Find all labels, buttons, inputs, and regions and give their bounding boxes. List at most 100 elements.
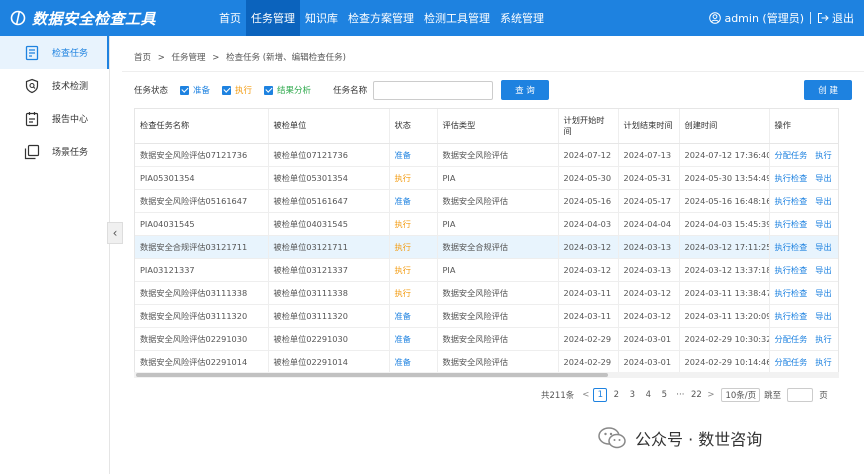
action-primary-link[interactable]: 分配任务: [775, 150, 808, 160]
action-secondary-link[interactable]: 导出: [815, 196, 831, 206]
jump-page-input[interactable]: [787, 388, 814, 402]
cell-type: PIA: [437, 258, 559, 282]
cell-start: 2024-04-03: [558, 212, 619, 236]
prev-page-button[interactable]: <: [582, 390, 589, 400]
cell-type: 数据安全风险评估: [437, 327, 559, 351]
cell-created: 2024-07-12 17:36:40: [679, 143, 770, 167]
action-primary-link[interactable]: 分配任务: [775, 334, 808, 344]
checkbox-checked-icon: [222, 85, 232, 95]
cell-type: 数据安全风险评估: [437, 281, 559, 305]
create-button[interactable]: 创 建: [804, 80, 852, 100]
next-page-button[interactable]: >: [707, 390, 714, 400]
user-name[interactable]: admin (管理员): [724, 10, 804, 26]
cell-start: 2024-05-30: [558, 166, 619, 190]
cell-start: 2024-07-12: [558, 143, 619, 167]
col-header-unit: 被检单位: [268, 109, 390, 144]
status-checkbox-running[interactable]: 执行: [222, 84, 252, 96]
cell-actions: 分配任务 执行: [769, 143, 838, 167]
action-secondary-link[interactable]: 导出: [815, 219, 831, 229]
main-content: 首页 > 任务管理 > 检查任务 (新增、编辑检查任务) 任务状态 准备 执行 …: [122, 36, 864, 474]
cell-type: 数据安全风险评估: [437, 189, 559, 213]
cell-start: 2024-02-29: [558, 350, 619, 374]
action-secondary-link[interactable]: 执行: [815, 357, 831, 367]
action-secondary-link[interactable]: 导出: [815, 311, 831, 321]
page-ellipsis[interactable]: ···: [673, 388, 687, 402]
page-1[interactable]: 1: [593, 388, 608, 402]
nav-tool-management[interactable]: 检测工具管理: [419, 0, 495, 36]
page-5[interactable]: 5: [657, 388, 671, 402]
logout-link[interactable]: 退出: [832, 10, 854, 26]
watermark-text: 公众号 · 数世咨询: [635, 430, 763, 449]
cell-end: 2024-03-13: [618, 258, 680, 282]
sidebar-item-scenario-tasks[interactable]: 场景任务: [0, 135, 109, 168]
action-primary-link[interactable]: 执行检查: [775, 196, 808, 206]
status-checkbox-ready[interactable]: 准备: [180, 84, 210, 96]
cell-created: 2024-02-29 10:14:46: [679, 350, 770, 374]
cell-unit: 被检单位05301354: [268, 166, 390, 190]
scrollbar-thumb[interactable]: [136, 373, 608, 377]
task-name-input[interactable]: [373, 80, 494, 100]
cell-type: 数据安全风险评估: [437, 143, 559, 167]
action-secondary-link[interactable]: 导出: [815, 242, 831, 252]
cell-start: 2024-03-11: [558, 304, 619, 328]
user-divider: [810, 12, 811, 24]
cell-type: 数据安全合规评估: [437, 235, 559, 259]
action-primary-link[interactable]: 执行检查: [775, 311, 808, 321]
table-row: PIA03121337 被检单位03121337 执行 PIA 2024-03-12 20…: [135, 258, 838, 282]
sidebar-item-inspection-tasks[interactable]: 检查任务: [0, 36, 109, 69]
action-primary-link[interactable]: 执行检查: [775, 288, 808, 298]
action-secondary-link[interactable]: 执行: [815, 150, 831, 160]
action-secondary-link[interactable]: 导出: [815, 173, 831, 183]
sidebar: 检查任务 技术检测 报告中心 场景任务: [0, 36, 110, 474]
query-button[interactable]: 查 询: [501, 80, 549, 100]
cell-unit: 被检单位03121337: [268, 258, 390, 282]
action-primary-link[interactable]: 执行检查: [775, 173, 808, 183]
nav-home[interactable]: 首页: [214, 0, 246, 36]
page-2[interactable]: 2: [609, 388, 623, 402]
table-row: 数据安全风险评估07121736 被检单位07121736 准备 数据安全风险评估 20…: [135, 143, 838, 167]
col-header-actions: 操作: [769, 109, 838, 144]
cell-start: 2024-03-12: [558, 258, 619, 282]
action-primary-link[interactable]: 执行检查: [775, 242, 808, 252]
sidebar-item-report-center[interactable]: 报告中心: [0, 102, 109, 135]
sidebar-item-technical-detection[interactable]: 技术检测: [0, 69, 109, 102]
sidebar-item-label: 场景任务: [52, 148, 89, 158]
table-horizontal-scrollbar[interactable]: [134, 372, 839, 378]
action-primary-link[interactable]: 分配任务: [775, 357, 808, 367]
nav-plan-management[interactable]: 检查方案管理: [343, 0, 419, 36]
cell-unit: 被检单位03111338: [268, 281, 390, 305]
action-primary-link[interactable]: 执行检查: [775, 265, 808, 275]
cell-unit: 被检单位03111320: [268, 304, 390, 328]
nav-knowledge-base[interactable]: 知识库: [300, 0, 343, 36]
sidebar-collapse-button[interactable]: ‹: [107, 222, 123, 244]
page-22[interactable]: 22: [689, 388, 703, 402]
cell-unit: 被检单位05161647: [268, 189, 390, 213]
action-primary-link[interactable]: 执行检查: [775, 219, 808, 229]
cell-type: PIA: [437, 212, 559, 236]
status-checkbox-analysis[interactable]: 结果分析: [264, 84, 311, 96]
action-secondary-link[interactable]: 执行: [815, 334, 831, 344]
table-row: 数据安全风险评估03111338 被检单位03111338 执行 数据安全风险评估 20…: [135, 281, 838, 305]
task-name-label: 任务名称: [333, 86, 368, 96]
cell-task-name: 数据安全风险评估02291014: [135, 350, 269, 374]
logout-icon[interactable]: [817, 12, 829, 24]
breadcrumb-task-management[interactable]: 任务管理: [172, 53, 206, 63]
col-header-type: 评估类型: [437, 109, 559, 144]
page-3[interactable]: 3: [625, 388, 639, 402]
layers-icon: [24, 144, 40, 159]
breadcrumb-home[interactable]: 首页: [134, 53, 151, 63]
page-4[interactable]: 4: [641, 388, 655, 402]
app-title: 数据安全检查工具: [32, 9, 157, 28]
nav-task-management[interactable]: 任务管理: [246, 0, 300, 36]
status-filter-label: 任务状态: [134, 86, 169, 96]
cell-created: 2024-05-30 13:54:49: [679, 166, 770, 190]
col-header-start: 计划开始时间: [558, 109, 619, 144]
page-suffix: 页: [819, 391, 828, 401]
nav-system-management[interactable]: 系统管理: [495, 0, 549, 36]
page-size-select[interactable]: 10条/页: [721, 388, 761, 402]
action-secondary-link[interactable]: 导出: [815, 288, 831, 298]
cell-type: 数据安全风险评估: [437, 304, 559, 328]
table-row: 数据安全风险评估02291030 被检单位02291030 准备 数据安全风险评估 20…: [135, 327, 838, 351]
action-secondary-link[interactable]: 导出: [815, 265, 831, 275]
cell-status: 准备: [389, 143, 438, 167]
